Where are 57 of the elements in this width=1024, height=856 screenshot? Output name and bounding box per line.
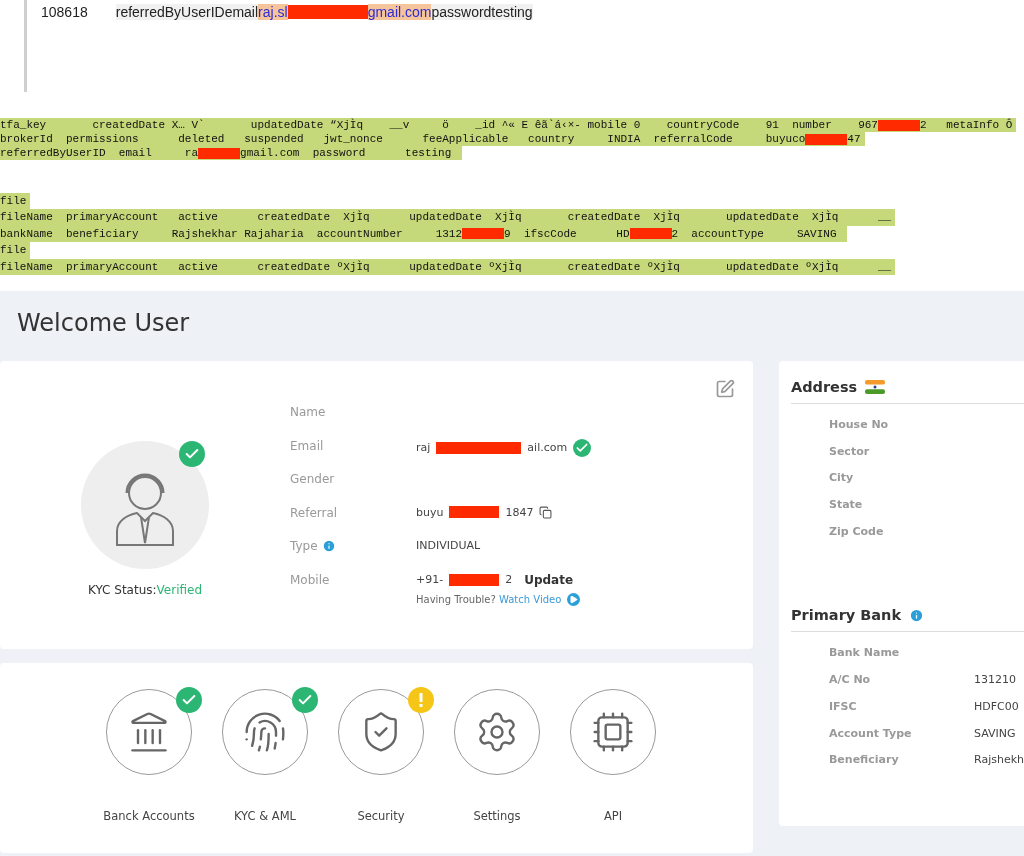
redaction-mark xyxy=(198,147,241,159)
field-label: Account Type xyxy=(829,726,913,742)
redaction-mark xyxy=(449,573,500,586)
redaction-mark xyxy=(629,228,672,240)
flag-icon xyxy=(865,380,886,395)
update-button[interactable]: Update xyxy=(518,572,574,587)
field-label: House No xyxy=(829,418,890,434)
field-label: Mobile xyxy=(290,572,331,589)
field-label: City xyxy=(829,471,855,487)
field-label: Gender xyxy=(290,472,336,489)
value-text: ail.com xyxy=(527,441,568,455)
help-text: Having Trouble? Watch Video xyxy=(416,593,562,605)
edit-button[interactable] xyxy=(715,379,735,400)
redaction-mark xyxy=(877,119,920,131)
field-value: Rajshekh xyxy=(974,753,1024,769)
document-text: passwordtesting xyxy=(431,4,533,20)
value-text: 1847 xyxy=(505,505,534,519)
field-label: Zip Code xyxy=(829,524,885,540)
info-icon[interactable] xyxy=(909,607,925,623)
field-label: IFSC xyxy=(829,699,858,715)
field-label: Name xyxy=(290,405,327,422)
field-label: A/C No xyxy=(829,673,872,689)
field-value: SAVING xyxy=(974,726,1016,742)
section-title: Address xyxy=(791,379,858,396)
email-link[interactable]: raj.sl xyxy=(258,4,288,20)
field-label: Referral xyxy=(290,505,339,522)
value-text: +91- xyxy=(416,573,444,587)
value-text: INDIVIDUAL xyxy=(416,539,481,553)
kyc-status: KYC Status:Verified xyxy=(87,583,203,598)
field-label: Type xyxy=(290,539,416,573)
shortcut-label: KYC & AML xyxy=(233,809,296,824)
shortcut-label: API xyxy=(603,809,623,824)
page-title: Welcome User xyxy=(17,309,191,340)
field-label: Bank Name xyxy=(829,646,901,662)
field-label: Sector xyxy=(829,444,871,460)
play-icon[interactable] xyxy=(567,592,581,606)
shortcut-label: Security xyxy=(357,809,405,824)
document-text: referredByUserIDemail xyxy=(115,4,259,20)
shortcut-label: Settings xyxy=(473,809,521,824)
redaction-mark xyxy=(462,228,505,240)
section-title: Primary Bank xyxy=(791,607,902,624)
record-id: 108618 xyxy=(41,4,88,20)
copy-icon[interactable] xyxy=(539,505,553,519)
field-label: Beneficiary xyxy=(829,753,900,769)
value-text: buyu xyxy=(416,505,444,519)
email-link[interactable]: gmail.com xyxy=(367,4,432,20)
field-label: State xyxy=(829,498,864,514)
field-value: 131210 xyxy=(974,673,1016,689)
info-icon[interactable] xyxy=(321,539,336,554)
watch-video-link[interactable]: Watch Video xyxy=(498,593,562,605)
redaction-mark xyxy=(449,506,500,519)
shortcut-label: Banck Accounts xyxy=(103,809,195,824)
field-label: Email xyxy=(290,438,325,455)
value-text: raj xyxy=(416,441,431,455)
value-text: 2 xyxy=(505,573,513,587)
redaction-mark xyxy=(805,133,848,145)
field-value: HDFC00 xyxy=(974,699,1019,715)
